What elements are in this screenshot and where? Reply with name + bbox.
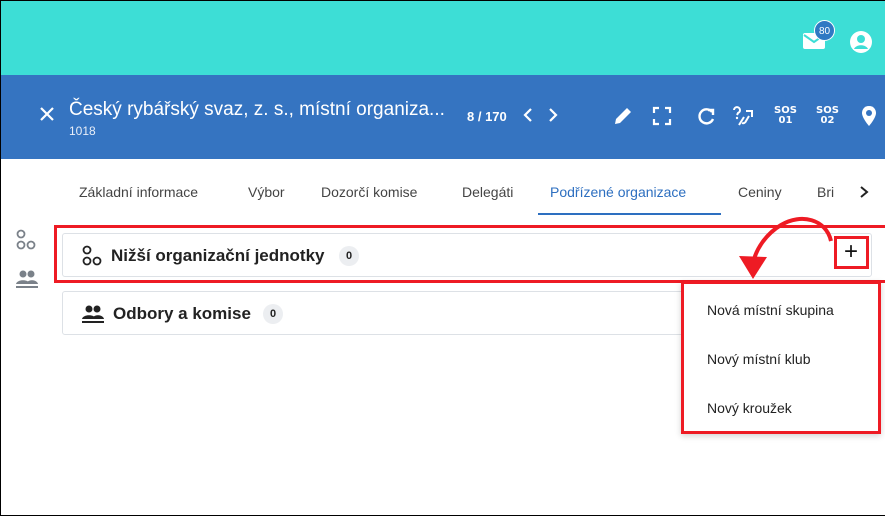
tab-delegati[interactable]: Delegáti	[462, 184, 513, 200]
record-counter: 8 / 170	[467, 109, 507, 124]
next-record-icon[interactable]	[544, 105, 562, 125]
sos-02-button[interactable]: SOS 02	[816, 106, 839, 126]
user-account-icon[interactable]	[849, 30, 873, 54]
sos-02-bottom: 02	[820, 115, 835, 126]
refresh-icon[interactable]	[695, 105, 717, 127]
notification-count-badge: 80	[814, 20, 835, 41]
active-tab-indicator	[538, 213, 721, 215]
people-group-icon	[82, 305, 104, 323]
panel-title: Odbory a komise	[113, 304, 251, 323]
location-pin-icon[interactable]	[860, 105, 878, 127]
tab-bri[interactable]: Bri	[817, 184, 834, 200]
tab-ceniny[interactable]: Ceniny	[738, 184, 782, 200]
org-structure-icon[interactable]	[15, 229, 37, 251]
edit-pencil-icon[interactable]	[612, 105, 634, 127]
tab-dozorci-komise[interactable]: Dozorčí komise	[321, 184, 417, 200]
previous-record-icon[interactable]	[519, 105, 537, 125]
tab-vybor[interactable]: Výbor	[248, 184, 285, 200]
close-icon[interactable]	[38, 105, 56, 123]
record-title: Český rybářský svaz, z. s., místní organ…	[69, 99, 445, 120]
departments-committees-panel[interactable]: Odbory a komise 0	[62, 291, 684, 335]
top-app-bar	[1, 1, 885, 75]
sos-01-bottom: 01	[778, 115, 793, 126]
count-badge: 0	[263, 304, 283, 324]
app-window: 80 Český rybářský svaz, z. s., místní or…	[0, 0, 885, 516]
annotation-arrow-icon	[739, 216, 833, 279]
tab-podrizene-organizace[interactable]: Podřízené organizace	[550, 184, 686, 200]
tab-zakladni-informace[interactable]: Základní informace	[79, 184, 198, 200]
fullscreen-icon[interactable]	[651, 105, 673, 127]
record-id: 1018	[69, 124, 96, 138]
add-dropdown-menu: Nová místní skupina Nový místní klub Nov…	[681, 281, 881, 434]
help-link-icon[interactable]	[730, 105, 756, 127]
menu-item-novy-krouzek[interactable]: Nový kroužek	[707, 400, 792, 416]
sos-01-button[interactable]: SOS 01	[774, 106, 797, 126]
people-group-icon[interactable]	[15, 269, 39, 289]
chevron-right-icon[interactable]	[857, 184, 871, 200]
menu-item-nova-mistni-skupina[interactable]: Nová místní skupina	[707, 302, 834, 318]
menu-item-novy-mistni-klub[interactable]: Nový místní klub	[707, 351, 810, 367]
